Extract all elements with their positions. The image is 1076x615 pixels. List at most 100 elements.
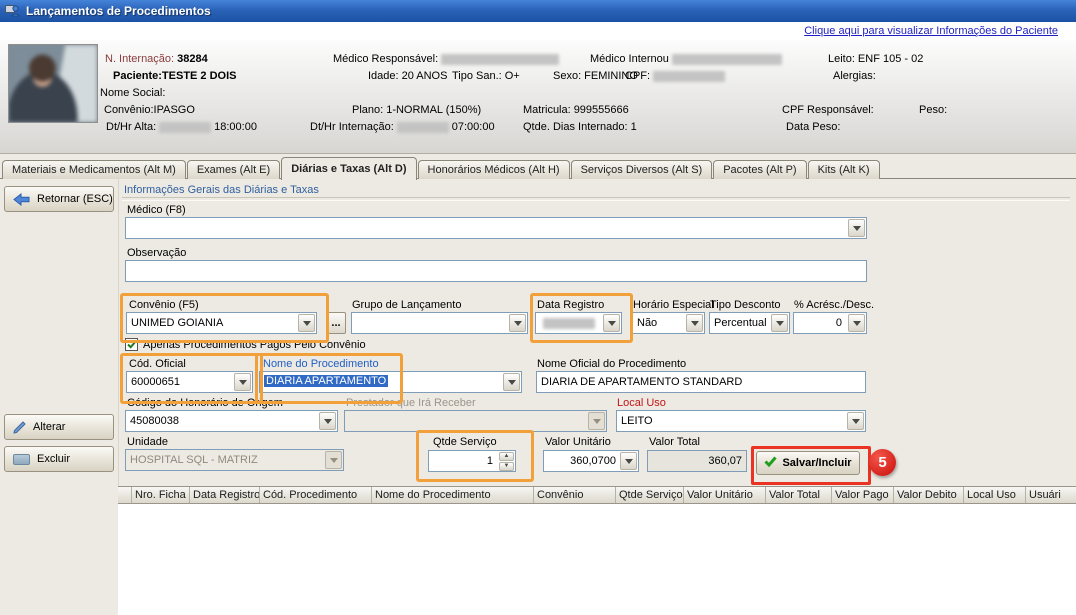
valor-unitario-value: 360,0700 [570,455,616,467]
redacted-value [441,54,559,65]
chevron-down-icon[interactable] [620,452,637,470]
tab-kits[interactable]: Kits (Alt K) [808,160,880,179]
patient-photo [8,44,98,123]
grid-col-data-registro[interactable]: Data Registro [190,487,260,503]
grid-col-valor-unitario[interactable]: Valor Unitário [684,487,766,503]
medico-combo[interactable] [125,217,867,239]
cod-honorario-label: Código do Honorário de Origem [127,397,283,409]
arrow-left-icon [13,193,30,206]
title-bar: Lançamentos de Procedimentos [0,0,1076,22]
nome-oficial-input[interactable]: DIARIA DE APARTAMENTO STANDARD [536,371,866,393]
grid-col-valor-pago[interactable]: Valor Pago [832,487,894,503]
eraser-icon [13,454,30,465]
tab-bar: Materiais e Medicamentos (Alt M) Exames … [2,157,1076,179]
nome-procedimento-combo[interactable]: DIARIA APARTAMENTO [259,371,522,393]
convenio-combo[interactable]: UNIMED GOIANIA [126,312,317,334]
tab-pacotes[interactable]: Pacotes (Alt P) [713,160,806,179]
chevron-down-icon[interactable] [848,314,865,332]
chevron-down-icon[interactable] [603,314,620,332]
alterar-label: Alterar [33,421,65,433]
convenio-field: Convênio:IPASGO [104,104,195,116]
valor-unitario-combo[interactable]: 360,0700 [543,450,639,472]
chevron-down-icon[interactable] [509,314,526,332]
app-icon [5,3,20,20]
chevron-down-icon[interactable] [234,373,251,391]
cod-honorario-combo[interactable]: 45080038 [125,410,338,432]
chevron-down-icon[interactable] [686,314,703,332]
medico-responsavel-field: Médico Responsável: [333,53,562,65]
tab-honorarios-medicos[interactable]: Honorários Médicos (Alt H) [418,160,570,179]
grid-col-cod-procedimento[interactable]: Cód. Procedimento [260,487,372,503]
retornar-button[interactable]: Retornar (ESC) [4,186,114,212]
valor-unitario-label: Valor Unitário [545,436,611,448]
app-window: Lançamentos de Procedimentos Clique aqui… [0,0,1076,615]
grid-col-local-uso[interactable]: Local Uso [964,487,1026,503]
dthr-internacao-field: Dt/Hr Internação:07:00:00 [310,121,495,133]
tipo-desconto-value: Percentual [714,317,767,329]
apenas-pagos-checkbox[interactable]: Apenas Procedimentos Pagos Pelo Convênio [125,338,366,351]
chevron-down-icon [325,451,342,469]
chevron-down-icon[interactable] [319,412,336,430]
grid-col-valor-total[interactable]: Valor Total [766,487,832,503]
excluir-button[interactable]: Excluir [4,446,114,472]
data-peso-field: Data Peso: [786,121,840,133]
local-uso-value: LEITO [621,415,653,427]
grid-col-convenio[interactable]: Convênio [534,487,616,503]
data-registro-label: Data Registro [537,299,604,311]
spin-up-icon[interactable]: ▲ [499,452,514,461]
chevron-down-icon[interactable] [771,314,788,332]
nome-procedimento-value: DIARIA APARTAMENTO [264,375,388,387]
matricula-field: Matricula:999555666 [523,104,629,116]
spin-down-icon[interactable]: ▼ [499,462,514,471]
horario-especial-value: Não [637,317,657,329]
qtde-servico-spinner[interactable]: 1 ▲▼ [428,450,516,472]
grid-header: Nro. Ficha Data Registro Cód. Procedimen… [118,486,1076,504]
medico-label: Médico (F8) [127,204,186,216]
horario-especial-combo[interactable]: Não [632,312,705,334]
alterar-button[interactable]: Alterar [4,414,114,440]
qtde-servico-label: Qtde Serviço [433,436,497,448]
tab-diarias-taxas[interactable]: Diárias e Taxas (Alt D) [281,157,416,180]
prestador-label: Prestador que Irá Receber [346,397,476,409]
section-title: Informações Gerais das Diárias e Taxas [124,184,319,196]
grid-col-indicator [118,487,132,503]
chevron-down-icon[interactable] [298,314,315,332]
browse-convenio-button[interactable]: ... [326,312,346,334]
patient-info-link[interactable]: Clique aqui para visualizar Informações … [804,25,1058,37]
grupo-lancamento-label: Grupo de Lançamento [352,299,461,311]
tab-materiais-medicamentos[interactable]: Materiais e Medicamentos (Alt M) [2,160,186,179]
nome-oficial-label: Nome Oficial do Procedimento [537,358,686,370]
grid-col-nome-procedimento[interactable]: Nome do Procedimento [372,487,534,503]
grupo-lancamento-combo[interactable] [351,312,528,334]
chevron-down-icon[interactable] [503,373,520,391]
local-uso-combo[interactable]: LEITO [616,410,866,432]
apenas-pagos-label: Apenas Procedimentos Pagos Pelo Convênio [143,339,366,351]
chevron-down-icon[interactable] [847,412,864,430]
section-divider [122,197,1070,201]
grid-col-usuario[interactable]: Usuári [1026,487,1076,503]
tipo-desconto-combo[interactable]: Percentual [709,312,790,334]
redacted-value [397,122,449,133]
spinner-buttons[interactable]: ▲▼ [499,452,514,470]
acresc-desc-combo[interactable]: 0 [793,312,867,334]
grid-col-valor-debito[interactable]: Valor Debito [894,487,964,503]
salvar-incluir-label: Salvar/Incluir [782,457,851,469]
retornar-label: Retornar (ESC) [37,193,113,205]
cod-oficial-label: Cód. Oficial [129,358,186,370]
internacao-field: N. Internação:38284 [105,53,208,65]
chevron-down-icon[interactable] [848,219,865,237]
patient-photo-image [9,45,97,122]
observacao-input[interactable] [125,260,867,282]
tab-exames[interactable]: Exames (Alt E) [187,160,280,179]
cod-oficial-combo[interactable]: 60000651 [126,371,253,393]
chevron-down-icon [588,412,605,430]
qtde-servico-value: 1 [487,455,493,467]
salvar-incluir-button[interactable]: Salvar/Incluir [756,451,860,475]
grid-col-qtde-servico[interactable]: Qtde Serviço [616,487,684,503]
tab-servicos-diversos[interactable]: Serviços Diversos (Alt S) [571,160,713,179]
local-uso-label: Local Uso [617,397,666,409]
grid-col-nro-ficha[interactable]: Nro. Ficha [132,487,190,503]
cpf-field: CPF: [625,70,728,82]
valor-total-field: 360,07 [647,450,747,472]
data-registro-combo[interactable] [535,312,622,334]
